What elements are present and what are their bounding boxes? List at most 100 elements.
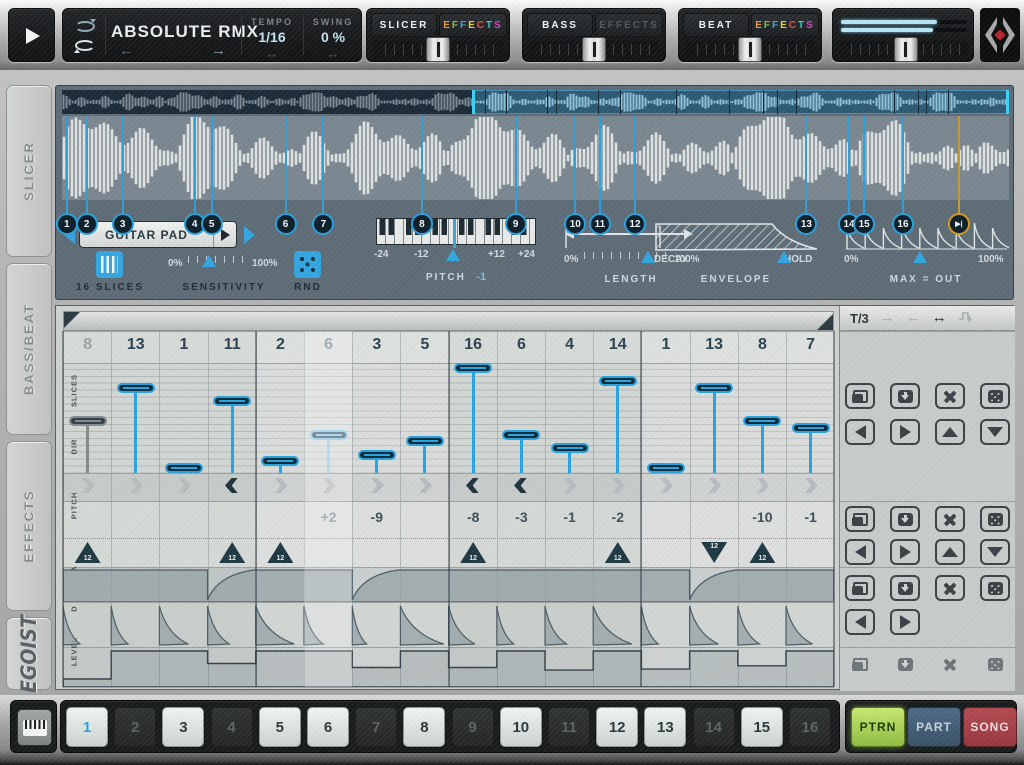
master-volume-thumb[interactable] bbox=[893, 37, 918, 62]
step-pitch-value[interactable]: -8 bbox=[450, 509, 497, 525]
pattern-button-16[interactable]: 16 bbox=[789, 707, 831, 747]
sidebar-tab-effects[interactable]: EFFECTS bbox=[6, 441, 52, 611]
step-slice-number[interactable]: 7 bbox=[787, 336, 834, 354]
play-mode-arrow-random[interactable] bbox=[958, 309, 976, 326]
channel-slider-thumb[interactable] bbox=[582, 37, 606, 62]
pattern-button-14[interactable]: 14 bbox=[692, 707, 735, 747]
direction-chevron-icon[interactable] bbox=[563, 478, 577, 493]
envelope-dice-button[interactable] bbox=[980, 575, 1010, 601]
octave-up-triangle[interactable]: 12 bbox=[460, 542, 487, 563]
step-slice-number[interactable]: 5 bbox=[401, 336, 448, 354]
channel-slider[interactable] bbox=[529, 37, 659, 62]
pattern-button-2[interactable]: 2 bbox=[114, 707, 157, 747]
pitch-dice-button[interactable] bbox=[980, 506, 1010, 532]
slices-left-button[interactable] bbox=[845, 419, 875, 445]
play-button[interactable] bbox=[8, 8, 55, 62]
slice-slider-handle[interactable] bbox=[164, 463, 203, 473]
slice-marker-9[interactable]: 9 bbox=[504, 213, 527, 235]
direction-chevron-icon[interactable] bbox=[130, 478, 143, 493]
level-dice-button[interactable] bbox=[980, 651, 1010, 677]
envelope-left-button[interactable] bbox=[845, 609, 875, 635]
step-slice-number[interactable]: 8 bbox=[739, 336, 786, 354]
step-pitch-value[interactable]: -9 bbox=[353, 509, 400, 525]
step-pitch-value[interactable]: -10 bbox=[739, 509, 786, 525]
step-slice-number[interactable]: 6 bbox=[498, 336, 545, 354]
step-slice-number[interactable]: 13 bbox=[112, 336, 159, 354]
slice-slider-handle[interactable] bbox=[261, 456, 300, 467]
level-copy-button[interactable] bbox=[845, 651, 875, 677]
step-slice-number[interactable]: 16 bbox=[450, 336, 497, 354]
slices-dice-button[interactable] bbox=[980, 383, 1010, 409]
octave-down-triangle[interactable]: 12 bbox=[701, 542, 728, 563]
step-slice-number[interactable]: 1 bbox=[642, 336, 689, 354]
envelope-handle[interactable] bbox=[777, 251, 792, 263]
envelope-copy-button[interactable] bbox=[845, 575, 875, 601]
pattern-button-3[interactable]: 3 bbox=[162, 707, 205, 747]
pitch-cursor[interactable] bbox=[452, 219, 456, 248]
pattern-button-1[interactable]: 1 bbox=[66, 707, 108, 747]
loop-end-marker[interactable]: ▶| bbox=[947, 213, 970, 235]
channel-button[interactable]: SLICER bbox=[371, 13, 437, 37]
play-mode-arrow-both[interactable]: ↔ bbox=[932, 309, 947, 326]
pitch-right-button[interactable] bbox=[890, 539, 920, 565]
slice-marker-line[interactable] bbox=[284, 116, 287, 224]
pitch-left-button[interactable] bbox=[845, 539, 875, 565]
mode-button-song[interactable]: SONG bbox=[963, 707, 1017, 747]
octave-up-triangle[interactable]: 12 bbox=[219, 542, 246, 563]
slice-marker-8[interactable]: 8 bbox=[410, 213, 433, 235]
slice-slider-handle[interactable] bbox=[695, 383, 734, 393]
length-handle[interactable] bbox=[640, 251, 655, 263]
slice-slider-handle[interactable] bbox=[646, 463, 685, 473]
pattern-button-7[interactable]: 7 bbox=[355, 707, 398, 747]
direction-chevron-icon[interactable] bbox=[81, 478, 95, 493]
channel-slider[interactable] bbox=[685, 37, 815, 62]
direction-chevron-icon[interactable] bbox=[514, 478, 528, 493]
step-pitch-value[interactable]: -1 bbox=[787, 509, 834, 525]
direction-chevron-icon[interactable] bbox=[804, 478, 818, 493]
direction-chevron-icon[interactable] bbox=[756, 478, 770, 493]
play-mode-arrow-right[interactable]: → bbox=[880, 309, 895, 326]
slices-right-button[interactable] bbox=[890, 419, 920, 445]
slices-paste-button[interactable] bbox=[890, 383, 920, 409]
pattern-length-bar[interactable] bbox=[63, 311, 834, 331]
step-slice-number[interactable]: 2 bbox=[257, 336, 304, 354]
level-paste-button[interactable] bbox=[890, 651, 920, 677]
sidebar-tab-egoist[interactable]: EGOIST bbox=[6, 615, 52, 693]
pattern-button-10[interactable]: 10 bbox=[499, 707, 542, 747]
sidebar-tab-slicer[interactable]: SLICER bbox=[6, 85, 52, 257]
mode-button-ptrn[interactable]: PTRN bbox=[851, 707, 905, 747]
pattern-button-4[interactable]: 4 bbox=[210, 707, 253, 747]
prev-preset-arrow[interactable]: ← bbox=[119, 42, 134, 59]
sensitivity-handle[interactable] bbox=[202, 255, 216, 267]
triplet-label[interactable]: T/3 bbox=[850, 311, 869, 326]
pattern-button-15[interactable]: 15 bbox=[740, 707, 783, 747]
direction-chevron-icon[interactable] bbox=[612, 478, 625, 493]
envelope-clear-button[interactable] bbox=[935, 575, 965, 601]
slice-marker-line[interactable] bbox=[848, 116, 850, 224]
channel-button[interactable]: BEAT bbox=[683, 13, 749, 37]
slices-mode-icon[interactable] bbox=[96, 251, 123, 278]
direction-chevron-icon[interactable] bbox=[274, 478, 288, 493]
direction-chevron-icon[interactable] bbox=[322, 478, 336, 493]
pitch-up-button[interactable] bbox=[935, 539, 965, 565]
step-pitch-value[interactable]: -2 bbox=[594, 509, 641, 525]
slice-marker-line[interactable] bbox=[121, 116, 124, 224]
maxout-handle[interactable] bbox=[912, 251, 927, 263]
slice-marker-11[interactable]: 11 bbox=[588, 213, 611, 235]
slice-slider-handle[interactable] bbox=[454, 363, 493, 373]
slice-marker-line[interactable] bbox=[210, 116, 213, 224]
slice-marker-line[interactable] bbox=[85, 116, 88, 224]
slice-marker-line[interactable] bbox=[633, 116, 636, 224]
loop-reverse-icon[interactable] bbox=[74, 40, 95, 53]
slice-slider-handle[interactable] bbox=[116, 383, 155, 393]
play-mode-arrow-left[interactable]: ← bbox=[906, 309, 921, 326]
direction-chevron-icon[interactable] bbox=[225, 478, 239, 493]
direction-chevron-icon[interactable] bbox=[660, 478, 673, 493]
slice-marker-line[interactable] bbox=[957, 116, 960, 224]
slice-slider-handle[interactable] bbox=[68, 416, 107, 427]
pattern-button-12[interactable]: 12 bbox=[596, 707, 639, 747]
slice-marker-15[interactable]: 15 bbox=[853, 213, 876, 235]
direction-chevron-icon[interactable] bbox=[178, 478, 191, 493]
slices-up-button[interactable] bbox=[935, 419, 965, 445]
slice-marker-line[interactable] bbox=[805, 116, 808, 224]
